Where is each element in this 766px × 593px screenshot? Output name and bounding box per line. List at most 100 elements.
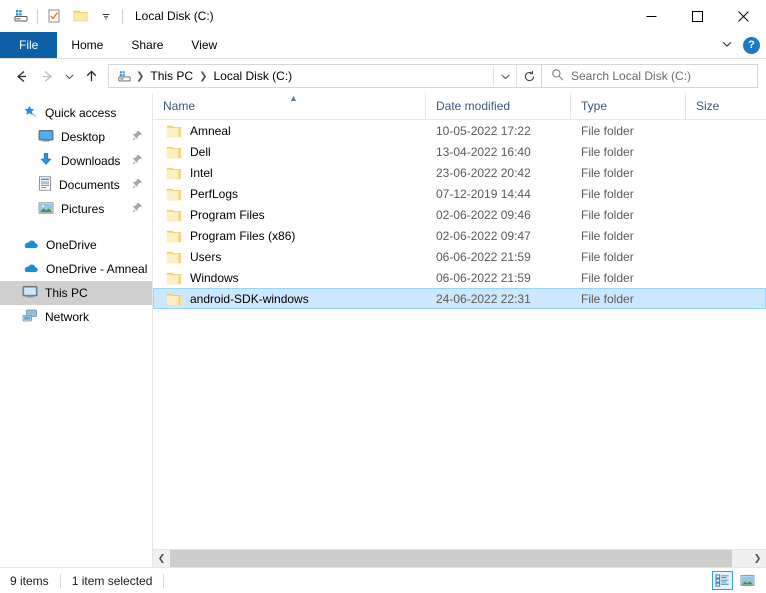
pin-icon[interactable]	[132, 154, 143, 168]
pin-icon[interactable]	[132, 178, 143, 192]
title-bar: Local Disk (C:)	[0, 0, 766, 32]
cell-type: File folder	[581, 123, 634, 138]
table-row[interactable]: Windows 06-06-2022 21:59 File folder	[153, 267, 766, 288]
sidebar-item-onedrive-amneal[interactable]: OneDrive - Amneal	[0, 257, 152, 281]
table-row[interactable]: Dell 13-04-2022 16:40 File folder	[153, 141, 766, 162]
address-path-box[interactable]: ❯ This PC ❯ Local Disk (C:)	[108, 64, 542, 88]
table-row[interactable]: PerfLogs 07-12-2019 14:44 File folder	[153, 183, 766, 204]
table-row[interactable]: Intel 23-06-2022 20:42 File folder	[153, 162, 766, 183]
file-explorer-window: Local Disk (C:) File Home Share View ? ❯…	[0, 0, 766, 593]
sidebar-item-this-pc[interactable]: This PC	[0, 281, 152, 305]
cell-name: android-SDK-windows	[154, 292, 426, 306]
breadcrumb-separator[interactable]: ❯	[134, 71, 146, 82]
window-controls	[628, 0, 766, 32]
horizontal-scrollbar[interactable]: ❮ ❯	[153, 549, 766, 567]
network-icon	[22, 309, 38, 326]
item-count-label: 9 items	[10, 573, 49, 588]
status-bar: 9 items 1 item selected	[0, 567, 766, 593]
view-mode-buttons	[712, 568, 758, 593]
scroll-left-icon[interactable]: ❮	[153, 550, 170, 567]
maximize-button[interactable]	[674, 0, 720, 32]
help-button[interactable]: ?	[743, 36, 760, 54]
sidebar-item-downloads[interactable]: Downloads	[0, 149, 152, 173]
sidebar-item-onedrive[interactable]: OneDrive	[0, 233, 152, 257]
file-name-label: Intel	[190, 165, 213, 180]
file-name-label: android-SDK-windows	[190, 291, 309, 306]
sidebar-label: Network	[45, 310, 90, 324]
column-headers: Name ▲ Date modified Type Size	[153, 93, 766, 120]
folder-icon	[166, 292, 182, 306]
sidebar-item-documents[interactable]: Documents	[0, 173, 152, 197]
cloud-icon	[22, 262, 39, 277]
chevron-down-icon[interactable]	[721, 38, 733, 53]
sidebar-item-network[interactable]: Network	[0, 305, 152, 329]
recent-locations-icon[interactable]	[60, 63, 78, 89]
sidebar-item-quick-access[interactable]: Quick access	[0, 101, 152, 125]
file-name-label: Windows	[190, 270, 239, 285]
sidebar-label: OneDrive	[46, 238, 97, 252]
column-header-name[interactable]: Name ▲	[153, 93, 425, 119]
tab-share[interactable]: Share	[117, 32, 177, 58]
large-icons-view-button[interactable]	[737, 571, 758, 590]
file-name-label: Program Files	[190, 207, 265, 222]
back-arrow-icon[interactable]	[8, 63, 34, 89]
sidebar-label: Quick access	[45, 106, 117, 120]
properties-icon[interactable]	[41, 3, 67, 29]
sidebar-item-desktop[interactable]: Desktop	[0, 125, 152, 149]
pin-icon[interactable]	[132, 130, 143, 144]
table-row[interactable]: Program Files (x86) 02-06-2022 09:47 File …	[153, 225, 766, 246]
cell-type: File folder	[581, 270, 634, 285]
new-folder-icon[interactable]	[67, 3, 93, 29]
sidebar-label: Downloads	[61, 154, 121, 168]
folder-icon	[166, 208, 182, 222]
customize-dropdown-icon[interactable]	[93, 3, 119, 29]
folder-icon	[166, 187, 182, 201]
scrollbar-thumb[interactable]	[170, 550, 732, 567]
cell-type: File folder	[581, 165, 634, 180]
selection-count-label: 1 item selected	[71, 573, 153, 588]
column-header-date-modified[interactable]: Date modified	[425, 93, 570, 119]
folder-icon	[166, 124, 182, 138]
column-header-type[interactable]: Type	[570, 93, 685, 119]
search-box[interactable]: Search Local Disk (C:)	[542, 64, 758, 88]
breadcrumb-item-this-pc[interactable]: This PC	[146, 69, 197, 83]
tab-file[interactable]: File	[0, 32, 58, 58]
scroll-right-icon[interactable]: ❯	[749, 550, 766, 567]
breadcrumb-separator-2[interactable]: ❯	[197, 71, 209, 82]
toolbar-divider	[37, 8, 38, 24]
documents-icon	[38, 176, 52, 194]
sidebar-item-pictures[interactable]: Pictures	[0, 197, 152, 221]
search-input[interactable]: Search Local Disk (C:)	[571, 69, 691, 83]
up-arrow-icon[interactable]	[78, 63, 104, 89]
tab-view[interactable]: View	[177, 32, 231, 58]
column-header-size[interactable]: Size	[685, 93, 760, 119]
pin-icon[interactable]	[132, 202, 143, 216]
table-row[interactable]: android-SDK-windows 24-06-2022 22:31 File …	[153, 288, 766, 309]
scrollbar-track[interactable]	[170, 550, 749, 567]
tab-home[interactable]: Home	[57, 32, 117, 58]
explorer-body: Quick access Desktop Downloads Documents…	[0, 93, 766, 567]
cell-type: File folder	[581, 228, 634, 243]
cell-type: File folder	[581, 186, 634, 201]
cell-name: Users	[154, 250, 426, 264]
table-row[interactable]: Program Files 02-06-2022 09:46 File folder	[153, 204, 766, 225]
sidebar-label: Documents	[59, 178, 120, 192]
breadcrumb-drive-icon[interactable]	[115, 69, 134, 84]
breadcrumb: ❯ This PC ❯ Local Disk (C:)	[109, 65, 493, 87]
sort-ascending-caret-icon: ▲	[289, 93, 298, 103]
table-row[interactable]: Users 06-06-2022 21:59 File folder	[153, 246, 766, 267]
forward-arrow-icon[interactable]	[34, 63, 60, 89]
refresh-icon[interactable]	[516, 65, 541, 87]
breadcrumb-item-local-disk[interactable]: Local Disk (C:)	[209, 69, 296, 83]
cell-name: Program Files (x86)	[154, 229, 426, 243]
sidebar-label: OneDrive - Amneal	[46, 262, 148, 276]
cell-date-modified: 13-04-2022 16:40	[436, 144, 531, 159]
minimize-button[interactable]	[628, 0, 674, 32]
close-button[interactable]	[720, 0, 766, 32]
breadcrumb-dropdown-icon[interactable]	[493, 66, 516, 86]
this-pc-icon[interactable]	[8, 3, 34, 29]
details-view-button[interactable]	[712, 571, 733, 590]
downloads-icon	[38, 152, 54, 170]
table-row[interactable]: Amneal 10-05-2022 17:22 File folder	[153, 120, 766, 141]
